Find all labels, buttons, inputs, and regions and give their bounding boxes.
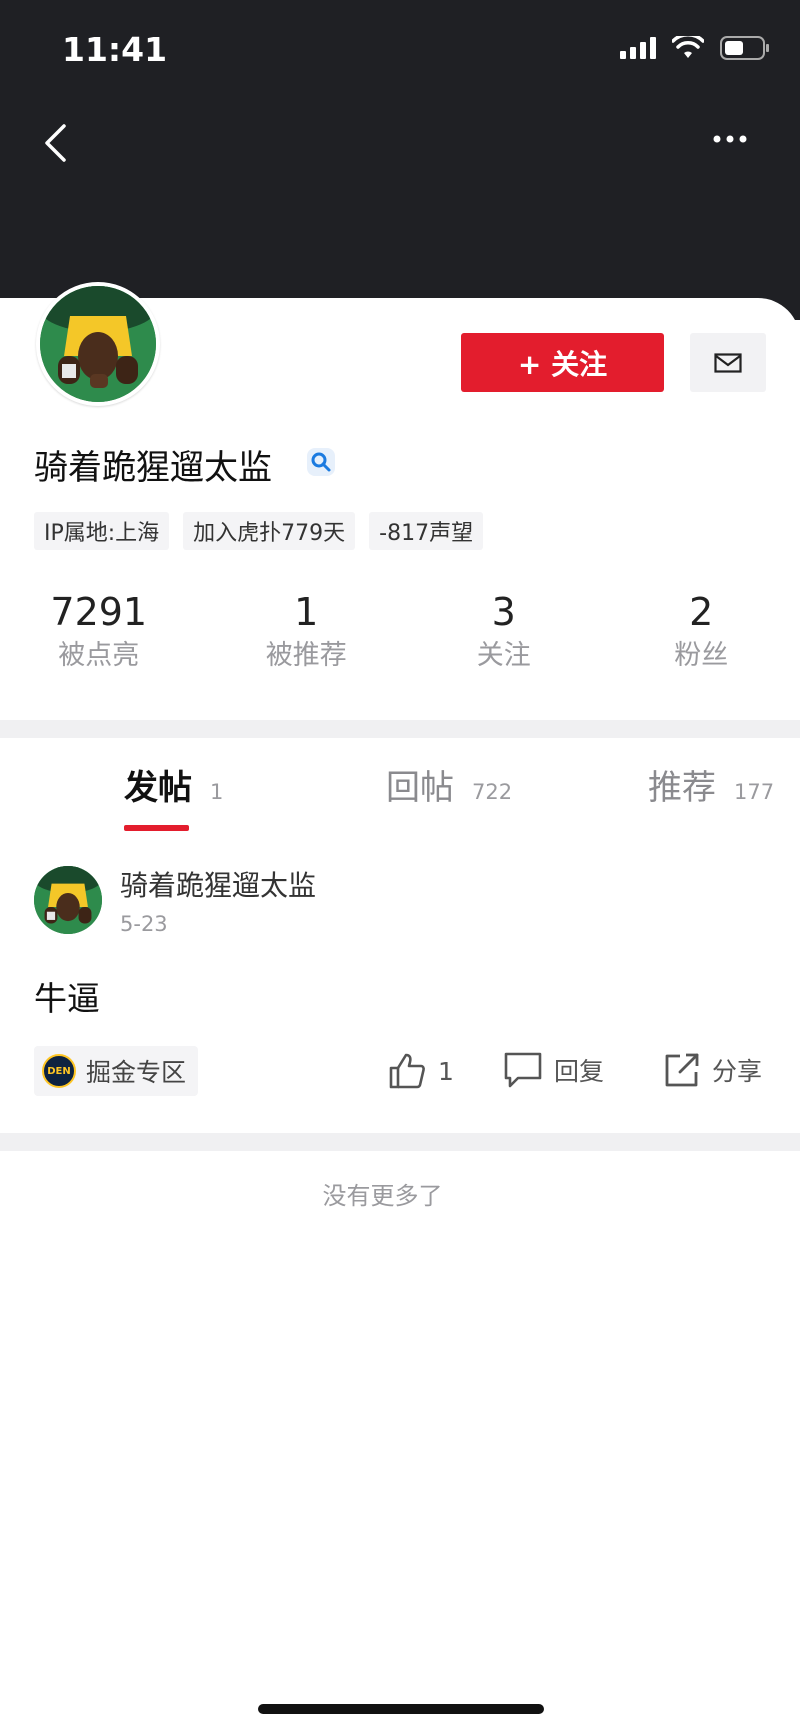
zone-label: 掘金专区 [86, 1058, 187, 1087]
battery-icon [720, 36, 770, 64]
stat-value: 1 [294, 590, 319, 634]
reply-label: 回复 [554, 1057, 605, 1086]
more-dots-icon [713, 135, 747, 143]
profile-stats: 7291 被点亮 1 被推荐 3 关注 2 粉丝 [0, 588, 800, 688]
zone-tag[interactable]: DEN 掘金专区 [34, 1046, 199, 1096]
more-button[interactable] [700, 124, 760, 154]
section-divider [0, 720, 800, 738]
tag-ip-location: IP属地:上海 [34, 512, 170, 550]
post-author-avatar[interactable] [34, 866, 102, 934]
post-content[interactable]: 牛逼 [34, 972, 100, 1020]
post-date: 5-23 [120, 912, 168, 936]
profile-username: 骑着跪猩遛太监 [34, 448, 272, 488]
chevron-left-icon [45, 124, 66, 162]
stat-value: 2 [689, 590, 714, 634]
status-icons [620, 33, 770, 64]
avatar-image [34, 866, 102, 934]
section-divider [0, 1133, 800, 1151]
tab-count: 722 [472, 780, 513, 804]
tab-label: 推荐 [648, 768, 716, 808]
stat-followers[interactable]: 2 粉丝 [603, 588, 800, 688]
like-count: 1 [438, 1056, 454, 1086]
stat-label: 被点亮 [58, 640, 140, 671]
profile-page: 11:41 + 关注 骑着跪猩遛太监 IP属地:上海 加入虎扑779天 -817… [0, 0, 800, 1732]
reply-button[interactable]: 回复 [504, 1052, 604, 1088]
avatar[interactable] [36, 282, 160, 406]
stat-following[interactable]: 3 关注 [405, 588, 603, 688]
profile-tags: IP属地:上海 加入虎扑779天 -817声望 [34, 512, 484, 550]
thumbs-up-icon [389, 1053, 425, 1089]
home-indicator[interactable] [258, 1704, 544, 1714]
wifi-icon [671, 33, 705, 64]
envelope-icon [714, 352, 742, 373]
follow-label: + 关注 [517, 347, 608, 381]
status-time: 11:41 [62, 30, 168, 69]
stat-recommended[interactable]: 1 被推荐 [208, 588, 406, 688]
stat-value: 7291 [50, 590, 148, 634]
share-button[interactable]: 分享 [664, 1052, 762, 1088]
tab-label: 发帖 [124, 768, 192, 808]
message-button[interactable] [690, 333, 766, 392]
stat-label: 关注 [476, 640, 531, 671]
like-button[interactable]: 1 [388, 1052, 454, 1090]
follow-button[interactable]: + 关注 [461, 333, 664, 392]
active-tab-indicator [124, 825, 189, 831]
share-icon [665, 1053, 699, 1087]
tab-replies[interactable]: 回帖 722 [386, 760, 512, 809]
profile-tabs: 发帖 1 回帖 722 推荐 177 [0, 760, 800, 830]
stat-label: 被推荐 [265, 640, 347, 671]
post-author-name[interactable]: 骑着跪猩遛太监 [120, 864, 316, 904]
team-logo-icon: DEN [42, 1054, 76, 1088]
signal-icon [620, 37, 656, 63]
tag-join-days: 加入虎扑779天 [183, 512, 356, 550]
status-bar: 11:41 [0, 0, 800, 96]
share-label: 分享 [712, 1057, 763, 1086]
back-button[interactable] [42, 118, 82, 168]
comment-icon [504, 1052, 542, 1088]
avatar-image [40, 286, 156, 402]
tag-reputation: -817声望 [369, 512, 484, 550]
stat-liked[interactable]: 7291 被点亮 [0, 588, 208, 688]
tab-count: 1 [210, 780, 224, 804]
no-more-text: 没有更多了 [322, 1182, 443, 1210]
stat-label: 粉丝 [674, 640, 729, 671]
tab-label: 回帖 [386, 768, 454, 808]
tab-recommended[interactable]: 推荐 177 [648, 760, 774, 809]
badge-icon[interactable] [305, 446, 337, 478]
stat-value: 3 [491, 590, 516, 634]
tab-count: 177 [734, 780, 775, 804]
tab-posts[interactable]: 发帖 1 [124, 760, 223, 809]
